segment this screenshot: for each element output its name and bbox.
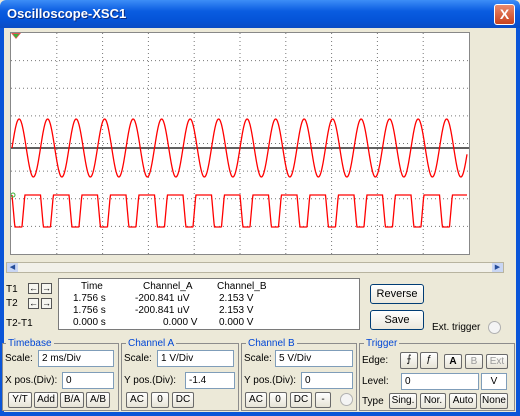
channel-b-ac-button[interactable]: AC bbox=[245, 392, 267, 408]
channel-b-ypos-label: Y pos.(Div): bbox=[244, 375, 297, 386]
t1-left-arrow-icon[interactable]: ← bbox=[28, 283, 39, 294]
t2-channel-b: 2.153 V bbox=[219, 305, 254, 316]
ytt-button[interactable]: Y/T bbox=[8, 392, 32, 408]
t2-t1-channel-a: 0.000 V bbox=[163, 317, 198, 328]
add-button[interactable]: Add bbox=[34, 392, 58, 408]
channel-a-scale-label: Scale: bbox=[124, 353, 152, 364]
channel-a-title: Channel A bbox=[126, 338, 177, 349]
t2-label: T2 bbox=[6, 298, 18, 309]
channel-a-ypos-label: Y pos.(Div): bbox=[124, 375, 177, 386]
timebase-title: Timebase bbox=[6, 338, 54, 349]
channel-b-zero-button[interactable]: 0 bbox=[269, 392, 287, 408]
channel-b-scale-label: Scale: bbox=[244, 353, 272, 364]
col-header-channel-b: Channel_B bbox=[217, 281, 267, 292]
measurement-readout: Time Channel_A Channel_B 1.756 s -200.84… bbox=[58, 278, 360, 330]
trigger-normal-button[interactable]: Nor. bbox=[420, 393, 446, 409]
t1-label: T1 bbox=[6, 284, 18, 295]
channel-a-ypos-field[interactable]: -1.4 bbox=[185, 372, 235, 389]
trigger-none-button[interactable]: None bbox=[480, 393, 508, 409]
t1-time: 1.756 s bbox=[73, 293, 106, 304]
trigger-level-unit[interactable]: V bbox=[481, 373, 507, 390]
a-over-b-button[interactable]: A/B bbox=[86, 392, 110, 408]
t2-time: 1.756 s bbox=[73, 305, 106, 316]
t2-t1-channel-b: 0.000 V bbox=[219, 317, 254, 328]
b-over-a-button[interactable]: B/A bbox=[60, 392, 84, 408]
channel-b-terminal-icon[interactable] bbox=[340, 393, 353, 406]
close-button[interactable]: X bbox=[494, 4, 515, 25]
channel-b-trace bbox=[11, 194, 467, 228]
ext-trigger-terminal-icon[interactable] bbox=[488, 321, 501, 334]
trigger-source-b-button[interactable]: B bbox=[465, 354, 483, 369]
timebase-xpos-label: X pos.(Div): bbox=[5, 375, 58, 386]
channel-b-title: Channel B bbox=[246, 338, 297, 349]
col-header-time: Time bbox=[81, 281, 103, 292]
trigger-source-a-button[interactable]: A bbox=[444, 354, 462, 369]
trigger-edge-label: Edge: bbox=[362, 355, 389, 366]
trigger-title: Trigger bbox=[364, 338, 400, 349]
timebase-scale-field[interactable]: 2 ms/Div bbox=[38, 350, 114, 367]
title-bar: Oscilloscope-XSC1 X bbox=[0, 0, 520, 28]
window-title: Oscilloscope-XSC1 bbox=[7, 6, 127, 21]
channel-b-scale-field[interactable]: 5 V/Div bbox=[275, 350, 353, 367]
col-header-channel-a: Channel_A bbox=[143, 281, 193, 292]
t1-channel-b: 2.153 V bbox=[219, 293, 254, 304]
trigger-auto-button[interactable]: Auto bbox=[449, 393, 477, 409]
t2-right-arrow-icon[interactable]: → bbox=[41, 298, 52, 309]
ext-trigger-label: Ext. trigger bbox=[432, 322, 481, 333]
falling-edge-icon[interactable]: ƒ bbox=[420, 352, 438, 369]
scroll-left-icon[interactable]: ◀ bbox=[7, 263, 18, 272]
t2-t1-time: 0.000 s bbox=[73, 317, 106, 328]
channel-a-scale-field[interactable]: 1 V/Div bbox=[157, 350, 234, 367]
timebase-scale-label: Scale: bbox=[5, 353, 33, 364]
rising-edge-icon[interactable]: ⨍ bbox=[400, 352, 418, 369]
trigger-type-label: Type bbox=[362, 396, 384, 407]
t2-left-arrow-icon[interactable]: ← bbox=[28, 298, 39, 309]
reverse-button[interactable]: Reverse bbox=[370, 284, 424, 304]
trigger-source-ext-button[interactable]: Ext bbox=[486, 354, 508, 369]
trigger-level-label: Level: bbox=[362, 376, 389, 387]
channel-a-zero-button[interactable]: 0 bbox=[151, 392, 169, 408]
channel-b-invert-button[interactable]: - bbox=[315, 392, 331, 408]
horizontal-scrollbar[interactable]: ◀ ▶ bbox=[6, 262, 504, 273]
channel-b-ypos-field[interactable]: 0 bbox=[301, 372, 353, 389]
scope-screen bbox=[10, 33, 469, 254]
save-button[interactable]: Save bbox=[370, 310, 424, 330]
channel-a-ac-button[interactable]: AC bbox=[126, 392, 148, 408]
t1-channel-a: -200.841 uV bbox=[135, 293, 190, 304]
trigger-single-button[interactable]: Sing. bbox=[389, 393, 417, 409]
timebase-xpos-field[interactable]: 0 bbox=[62, 372, 114, 389]
trigger-level-field[interactable]: 0 bbox=[401, 373, 479, 390]
ground-marker-icon bbox=[10, 192, 16, 198]
channel-b-dc-button[interactable]: DC bbox=[290, 392, 312, 408]
scroll-right-icon[interactable]: ▶ bbox=[492, 263, 503, 272]
scope-display bbox=[10, 32, 470, 255]
t1-right-arrow-icon[interactable]: → bbox=[41, 283, 52, 294]
t2-t1-label: T2-T1 bbox=[6, 318, 33, 329]
t2-channel-a: -200.841 uV bbox=[135, 305, 190, 316]
channel-a-dc-button[interactable]: DC bbox=[172, 392, 194, 408]
